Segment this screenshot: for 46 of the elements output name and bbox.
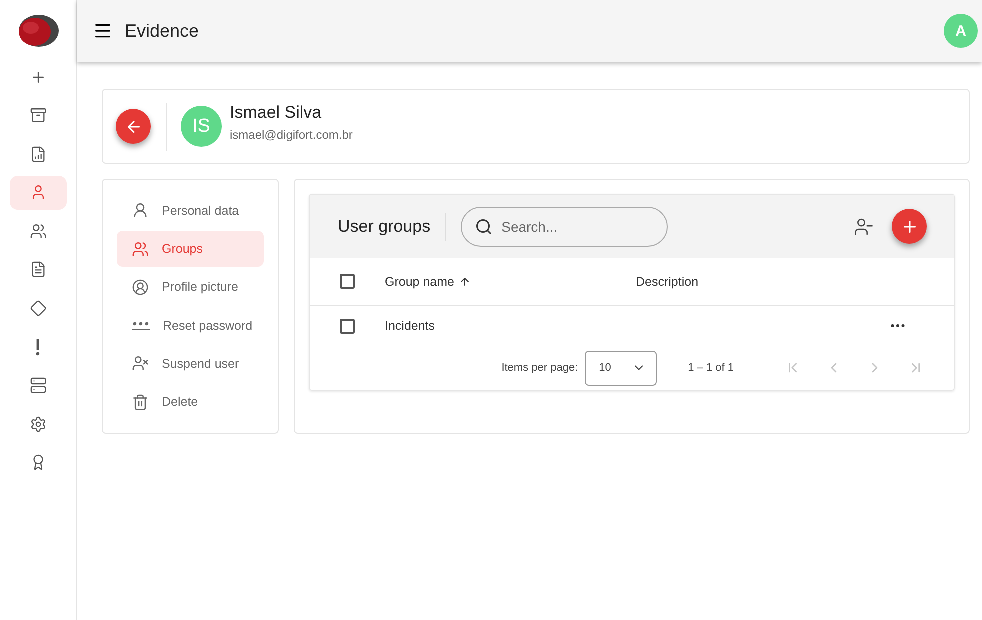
column-header[interactable]: Group name	[385, 274, 636, 288]
person-icon	[132, 202, 149, 220]
user-menu-item[interactable]: Profile picture	[117, 270, 264, 306]
user-menu-item[interactable]: Delete	[117, 384, 264, 420]
user-email: ismael@digifort.com.br	[230, 128, 353, 142]
users-icon	[30, 222, 46, 240]
row-checkbox[interactable]	[340, 318, 355, 334]
exclamation-icon	[36, 338, 40, 356]
warning-diamond-icon	[30, 300, 46, 318]
archive-icon	[30, 107, 46, 124]
delete-icon	[132, 394, 149, 411]
page-size-select[interactable]: 10	[585, 350, 658, 386]
table-cell-text: Incidents	[385, 319, 436, 333]
user-menu-item[interactable]: Reset password	[117, 308, 264, 344]
panel-title: User groups	[338, 216, 431, 236]
page-range: 1 – 1 of 1	[688, 362, 734, 374]
groups-icon	[132, 240, 149, 258]
menu-item-label: Profile picture	[162, 280, 238, 294]
settings-icon	[30, 416, 46, 433]
sort-arrow-icon	[459, 276, 472, 288]
app-title: Evidence	[125, 20, 200, 42]
search-field[interactable]: Search...	[460, 206, 668, 246]
remove-user-icon[interactable]	[854, 216, 874, 236]
user-menu-item[interactable]: Personal data	[117, 193, 264, 229]
user-menu-item[interactable]: Suspend user	[117, 346, 264, 382]
select-all-checkbox[interactable]	[340, 274, 355, 289]
user-name: Ismael Silva	[230, 103, 323, 123]
report-icon	[30, 146, 46, 163]
server-icon	[30, 377, 46, 394]
menu-item-label: Delete	[162, 395, 198, 410]
user-avatar: IS	[181, 106, 222, 147]
document-icon	[30, 261, 46, 278]
items-per-page-label: Items per page:	[502, 362, 578, 374]
back-button[interactable]	[116, 109, 151, 144]
profile-picture-icon	[132, 278, 149, 296]
menu-item-label: Groups	[162, 242, 203, 256]
menu-item-label: Reset password	[163, 318, 253, 333]
menu-item-label: Suspend user	[162, 356, 240, 371]
column-header: Description	[636, 274, 700, 288]
user-menu-item[interactable]: Groups	[117, 231, 264, 267]
logo-icon	[17, 14, 59, 48]
menu-item-label: Personal data	[162, 204, 240, 218]
add-button[interactable]	[892, 209, 927, 244]
password-icon	[132, 320, 150, 331]
suspend-user-icon	[132, 355, 149, 372]
search-icon	[474, 218, 493, 236]
